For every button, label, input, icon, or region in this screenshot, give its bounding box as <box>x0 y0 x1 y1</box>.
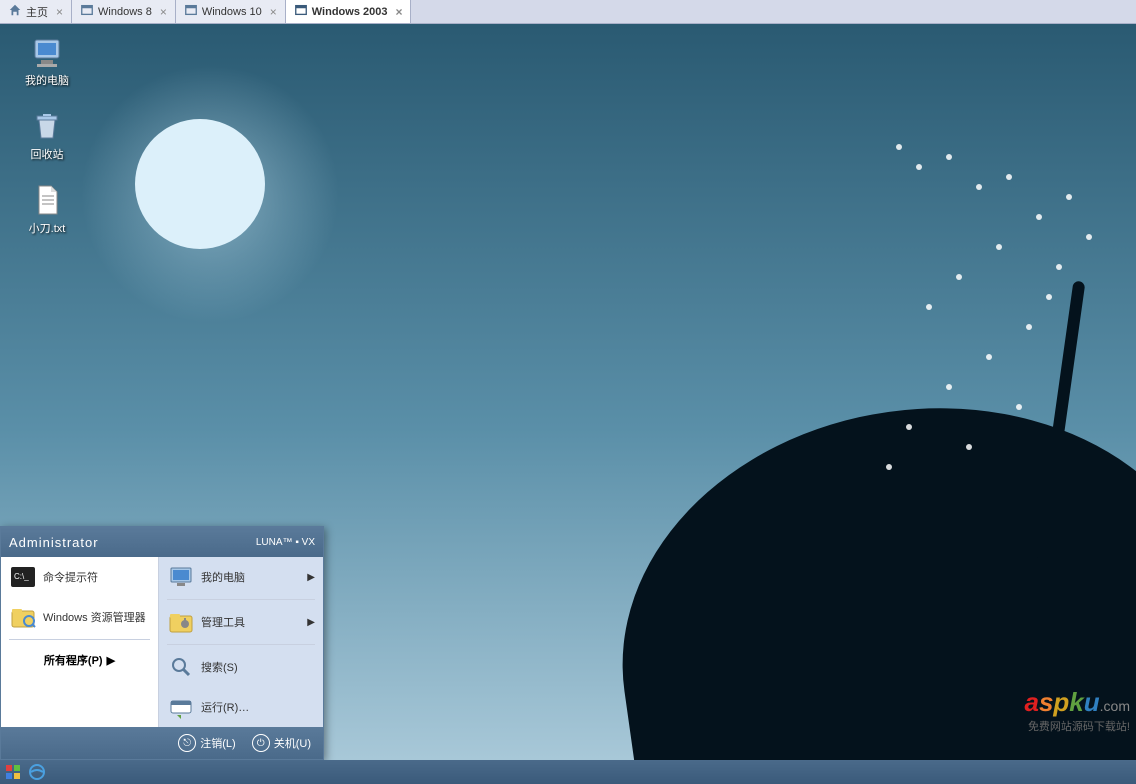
start-item-search[interactable]: 搜索(S) <box>159 647 323 687</box>
power-icon: ⏻ <box>252 734 270 752</box>
admin-tools-icon <box>167 608 195 636</box>
explorer-icon <box>9 603 37 631</box>
separator <box>9 639 150 640</box>
tab-label: Windows 10 <box>202 6 262 18</box>
run-icon <box>167 693 195 721</box>
start-menu-brand: LUNA™ ▪ VX <box>256 537 315 548</box>
start-menu-header: Administrator LUNA™ ▪ VX <box>1 527 323 557</box>
svg-text:C:\_: C:\_ <box>14 572 29 581</box>
tab-label: 主页 <box>26 4 48 20</box>
search-icon <box>167 653 195 681</box>
chevron-right-icon: ▶ <box>107 654 115 667</box>
tab-win10[interactable]: Windows 10 × <box>176 0 286 23</box>
tab-win8[interactable]: Windows 8 × <box>72 0 176 23</box>
tab-label: Windows 8 <box>98 6 152 18</box>
desktop-icon-label: 我的电脑 <box>25 72 69 88</box>
start-item-label: 搜索(S) <box>201 659 238 675</box>
taskbar-ie-icon[interactable] <box>28 763 46 781</box>
txt-icon <box>29 182 65 218</box>
logoff-icon: ⎋ <box>178 734 196 752</box>
desktop[interactable]: 我的电脑 回收站 小刀.txt Administrator LUNA™ ▪ VX… <box>0 24 1136 760</box>
close-icon[interactable]: × <box>56 5 63 19</box>
watermark-subtitle: 免费网站源码下载站! <box>1024 718 1130 734</box>
start-item-run[interactable]: 运行(R)… <box>159 687 323 727</box>
tab-home[interactable]: 主页 × <box>0 0 72 23</box>
taskbar[interactable] <box>0 760 1136 784</box>
desktop-icon-label: 小刀.txt <box>29 220 66 236</box>
chevron-right-icon: ▶ <box>307 617 315 628</box>
home-icon <box>8 3 22 20</box>
start-item-label: 命令提示符 <box>43 569 98 585</box>
wallpaper-moon <box>135 119 265 249</box>
recycle-icon <box>29 108 65 144</box>
watermark-logo: aspku.com <box>1024 687 1130 718</box>
desktop-icon-label: 回收站 <box>31 146 64 162</box>
window-icon <box>294 3 308 20</box>
watermark: aspku.com 免费网站源码下载站! <box>1024 687 1130 734</box>
separator <box>167 599 315 600</box>
start-menu-user: Administrator <box>9 535 99 550</box>
start-item-label: Windows 资源管理器 <box>43 609 146 625</box>
start-item-label: 管理工具 <box>201 614 245 630</box>
desktop-icon-my-computer[interactable]: 我的电脑 <box>12 34 82 88</box>
window-icon <box>80 3 94 20</box>
start-menu-right-column: 我的电脑 ▶ 管理工具 ▶ 搜索(S) 运行(R)… <box>159 557 323 727</box>
start-all-programs[interactable]: 所有程序(P) ▶ <box>1 642 158 678</box>
computer-icon <box>167 563 195 591</box>
cmd-icon: C:\_ <box>9 563 37 591</box>
tab-label: Windows 2003 <box>312 6 388 18</box>
separator <box>167 644 315 645</box>
desktop-icon-recycle-bin[interactable]: 回收站 <box>12 108 82 162</box>
browser-tabbar: 主页 × Windows 8 × Windows 10 × Windows 20… <box>0 0 1136 24</box>
start-item-label: 运行(R)… <box>201 699 249 715</box>
chevron-right-icon: ▶ <box>307 572 315 583</box>
start-menu: Administrator LUNA™ ▪ VX C:\_ 命令提示符 Wind… <box>0 526 324 760</box>
start-item-explorer[interactable]: Windows 资源管理器 <box>1 597 158 637</box>
desktop-icons: 我的电脑 回收站 小刀.txt <box>12 34 82 236</box>
logoff-label: 注销(L) <box>200 735 235 751</box>
tab-win2003[interactable]: Windows 2003 × <box>286 0 412 23</box>
wallpaper-tree <box>906 160 1106 560</box>
start-menu-footer: ⎋ 注销(L) ⏻ 关机(U) <box>1 727 323 759</box>
computer-icon <box>29 34 65 70</box>
start-all-programs-label: 所有程序(P) <box>44 652 103 668</box>
desktop-icon-txt-file[interactable]: 小刀.txt <box>12 182 82 236</box>
start-menu-left-column: C:\_ 命令提示符 Windows 资源管理器 所有程序(P) ▶ <box>1 557 159 727</box>
close-icon[interactable]: × <box>395 5 402 19</box>
shutdown-button[interactable]: ⏻ 关机(U) <box>252 734 311 752</box>
logoff-button[interactable]: ⎋ 注销(L) <box>178 734 235 752</box>
window-icon <box>184 3 198 20</box>
close-icon[interactable]: × <box>160 5 167 19</box>
start-item-label: 我的电脑 <box>201 569 245 585</box>
start-item-cmd[interactable]: C:\_ 命令提示符 <box>1 557 158 597</box>
start-item-admin-tools[interactable]: 管理工具 ▶ <box>159 602 323 642</box>
start-item-my-computer[interactable]: 我的电脑 ▶ <box>159 557 323 597</box>
close-icon[interactable]: × <box>270 5 277 19</box>
shutdown-label: 关机(U) <box>274 735 311 751</box>
start-button[interactable] <box>4 763 22 781</box>
